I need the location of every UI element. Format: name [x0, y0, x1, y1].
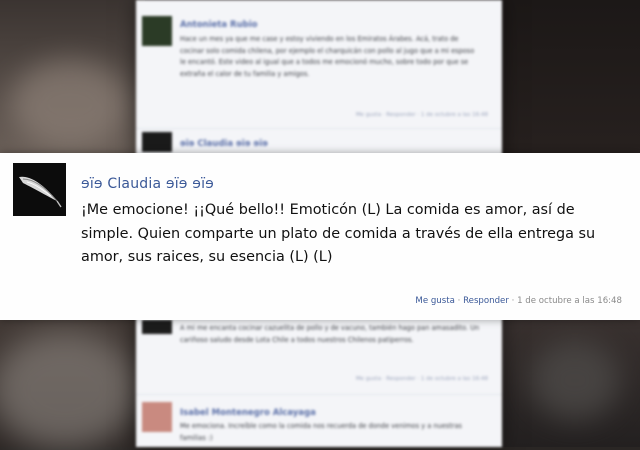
comment-text: Hace un mes ya que me case y estoy vivie…	[180, 35, 475, 78]
comment-author[interactable]: Isabel Montenegro Alcayaga	[180, 408, 316, 418]
like-link[interactable]: Me gusta	[415, 296, 454, 306]
avatar	[142, 402, 172, 432]
avatar	[142, 132, 172, 152]
comment-author[interactable]: Antonieta Rubio	[180, 20, 257, 30]
comment-author[interactable]: ɘïɘ Claudia ɘïɘ ɘïɘ	[81, 176, 214, 192]
comment-meta: Me gusta · Responder · 1 de octubre a la…	[355, 376, 488, 382]
background-blur-shape	[10, 60, 130, 150]
comment-meta: Me gusta · Responder · 1 de octubre a la…	[355, 112, 488, 118]
comment-item: A mi me encanta cocinar cazuelita de pol…	[136, 320, 502, 390]
background-blur-shape	[0, 330, 140, 450]
comment-item: ɘïɘ Claudia ɘïɘ ɘïɘ	[136, 129, 502, 153]
avatar[interactable]	[13, 163, 66, 216]
background-blur-shape	[530, 340, 620, 420]
comment-item: Isabel Montenegro Alcayaga Me emociona. …	[136, 396, 502, 447]
meta-separator: ·	[511, 296, 515, 306]
comment-meta: Me gusta · Responder · 1 de octubre a la…	[415, 296, 622, 306]
avatar	[142, 16, 172, 46]
comment-timestamp[interactable]: 1 de octubre a las 16:48	[517, 296, 622, 306]
divider	[136, 394, 502, 395]
reply-link[interactable]: Responder	[463, 296, 509, 306]
comment-author[interactable]: ɘïɘ Claudia ɘïɘ ɘïɘ	[180, 139, 268, 149]
highlighted-comment: ɘïɘ Claudia ɘïɘ ɘïɘ ¡Me emocione! ¡¡Qué …	[0, 153, 640, 320]
meta-separator: ·	[457, 296, 461, 306]
comment-item: Antonieta Rubio Hace un mes ya que me ca…	[136, 0, 502, 128]
comment-text: Me emociona. Increíble como la comida no…	[180, 422, 462, 442]
feather-pen-icon	[13, 163, 66, 216]
comment-text: ¡Me emocione! ¡¡Qué bello!! Emoticón (L)…	[81, 202, 596, 265]
avatar	[142, 320, 172, 334]
comment-text: A mi me encanta cocinar cazuelita de pol…	[180, 324, 480, 344]
